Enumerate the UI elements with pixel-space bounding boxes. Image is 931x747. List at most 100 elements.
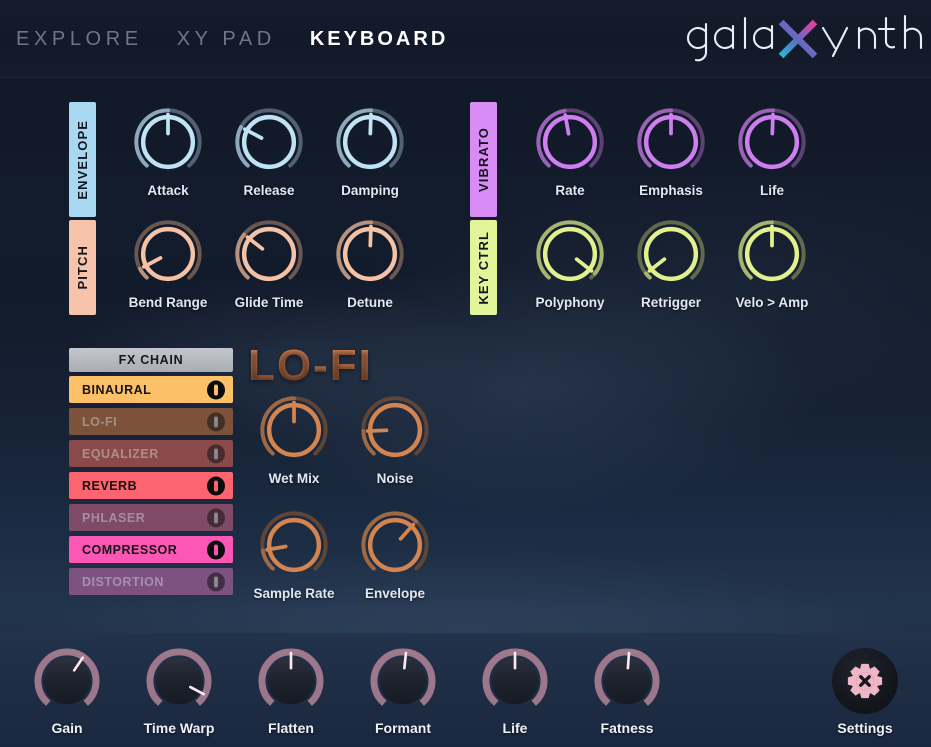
- knob-graphic: [146, 648, 212, 706]
- knob-ring: [266, 517, 322, 573]
- master-knob-cell-life: Life: [459, 648, 571, 736]
- settings-button[interactable]: [832, 648, 898, 714]
- fx-chain-header: FX CHAIN: [69, 348, 233, 372]
- knob-graphic: [370, 648, 436, 706]
- fx-row-label: REVERB: [82, 478, 138, 493]
- knob-cell-sample-rate: Sample Rate: [248, 509, 340, 601]
- knob-body: [379, 657, 427, 705]
- knob-graphic: [260, 396, 328, 458]
- knob-pointer: [403, 651, 408, 670]
- knob-retrigger[interactable]: [635, 218, 707, 290]
- knob-sample-rate[interactable]: [258, 509, 330, 581]
- knob-graphic: [536, 108, 604, 170]
- section-tab-pitch[interactable]: PITCH: [69, 220, 96, 315]
- lofi-title: LO-FI: [248, 344, 458, 388]
- synth-window: EXPLORE XY PAD KEYBOARD ENVELOPE Attack …: [0, 0, 931, 747]
- knob-emphasis[interactable]: [635, 106, 707, 178]
- knob-label: Velo > Amp: [735, 295, 809, 310]
- knob-envelope[interactable]: [359, 509, 431, 581]
- fx-row-reverb[interactable]: REVERB: [69, 472, 233, 499]
- knob-graphic: [134, 108, 202, 170]
- knob-label: Wet Mix: [268, 471, 320, 486]
- fx-power-toggle-icon[interactable]: [207, 412, 225, 431]
- section-tab-label: KEY CTRL: [476, 230, 491, 305]
- knob-cell-rate: Rate: [524, 106, 616, 198]
- knob-cell-wet-mix: Wet Mix: [248, 394, 340, 486]
- knob-pointer: [398, 522, 416, 541]
- knob-cell-velo-amp: Velo > Amp: [726, 218, 818, 310]
- knob-graphic: [260, 511, 328, 573]
- fx-power-toggle-icon[interactable]: [207, 380, 225, 399]
- nav-tab-xy-pad[interactable]: XY PAD: [177, 28, 276, 51]
- fx-row-compressor[interactable]: COMPRESSOR: [69, 536, 233, 563]
- knob-velo-amp[interactable]: [736, 218, 808, 290]
- section-tab-label: ENVELOPE: [75, 119, 90, 200]
- knob-graphic: [34, 648, 100, 706]
- knob-glide-time[interactable]: [233, 218, 305, 290]
- lofi-knob-grid: Wet Mix Noise Sample Rate Envelope: [248, 394, 458, 614]
- knob-life[interactable]: [736, 106, 808, 178]
- knob-noise[interactable]: [359, 394, 431, 466]
- master-knob-formant[interactable]: [370, 648, 436, 714]
- master-knob-flatten[interactable]: [258, 648, 324, 714]
- knob-cell-damping: Damping: [324, 106, 416, 198]
- knob-bend-range[interactable]: [132, 218, 204, 290]
- knob-label: Retrigger: [640, 295, 701, 310]
- nav-tab-keyboard[interactable]: KEYBOARD: [310, 28, 448, 51]
- master-knob-gain[interactable]: [34, 648, 100, 714]
- knob-label: Life: [759, 183, 784, 198]
- fx-row-phlaser[interactable]: PHLASER: [69, 504, 233, 531]
- knob-graphic: [258, 648, 324, 706]
- fx-row-lo-fi[interactable]: LO-FI: [69, 408, 233, 435]
- knob-wet-mix[interactable]: [258, 394, 330, 466]
- master-knob-fatness[interactable]: [594, 648, 660, 714]
- gear-x-icon: [847, 663, 883, 699]
- knob-ring: [241, 114, 297, 170]
- section-tab-keyctrl[interactable]: KEY CTRL: [470, 220, 497, 315]
- fx-row-label: DISTORTION: [82, 574, 164, 589]
- fx-power-toggle-icon[interactable]: [207, 444, 225, 463]
- master-knob-time-warp[interactable]: [146, 648, 212, 714]
- master-knob-label: Time Warp: [143, 720, 215, 736]
- knob-pointer: [368, 112, 373, 136]
- nav-tab-explore[interactable]: EXPLORE: [16, 28, 143, 51]
- knob-pointer: [626, 651, 631, 670]
- knob-polyphony[interactable]: [534, 218, 606, 290]
- section-tab-envelope[interactable]: ENVELOPE: [69, 102, 96, 217]
- knob-label: Polyphony: [535, 295, 605, 310]
- knob-label: Emphasis: [639, 183, 703, 198]
- knob-damping[interactable]: [334, 106, 406, 178]
- master-knob-label: Fatness: [600, 720, 654, 736]
- fx-power-toggle-icon[interactable]: [207, 508, 225, 527]
- app-logo: [673, 10, 923, 62]
- section-tab-label: PITCH: [75, 245, 90, 290]
- fx-row-equalizer[interactable]: EQUALIZER: [69, 440, 233, 467]
- knob-detune[interactable]: [334, 218, 406, 290]
- fx-chain-panel: FX CHAIN BINAURAL LO-FI EQUALIZER REVERB PHL…: [69, 348, 233, 600]
- knob-label: Bend Range: [128, 295, 208, 310]
- knob-label: Glide Time: [234, 295, 304, 310]
- master-bar: Gain Time Warp Flatten Formant Life Fatness S…: [0, 633, 931, 747]
- fx-power-toggle-icon[interactable]: [207, 572, 225, 591]
- knob-cell-envelope: Envelope: [349, 509, 441, 601]
- fx-row-distortion[interactable]: DISTORTION: [69, 568, 233, 595]
- fx-row-binaural[interactable]: BINAURAL: [69, 376, 233, 403]
- knob-cell-detune: Detune: [324, 218, 416, 310]
- top-bar: EXPLORE XY PAD KEYBOARD: [0, 0, 931, 78]
- knob-rate[interactable]: [534, 106, 606, 178]
- master-knob-label: Gain: [51, 720, 83, 736]
- fx-power-toggle-icon[interactable]: [207, 540, 225, 559]
- settings-cell: Settings: [809, 648, 921, 736]
- settings-label: Settings: [837, 720, 893, 736]
- knob-pointer: [245, 235, 265, 251]
- knob-value-arc: [138, 266, 149, 280]
- section-tab-vibrato[interactable]: VIBRATO: [470, 102, 497, 217]
- fx-power-toggle-icon[interactable]: [207, 476, 225, 495]
- knob-attack[interactable]: [132, 106, 204, 178]
- knob-cell-life: Life: [726, 106, 818, 198]
- knob-release[interactable]: [233, 106, 305, 178]
- master-knob-life[interactable]: [482, 648, 548, 714]
- fx-row-label: PHLASER: [82, 510, 146, 525]
- knob-label: Noise: [376, 471, 414, 486]
- master-knob-label: Formant: [375, 720, 431, 736]
